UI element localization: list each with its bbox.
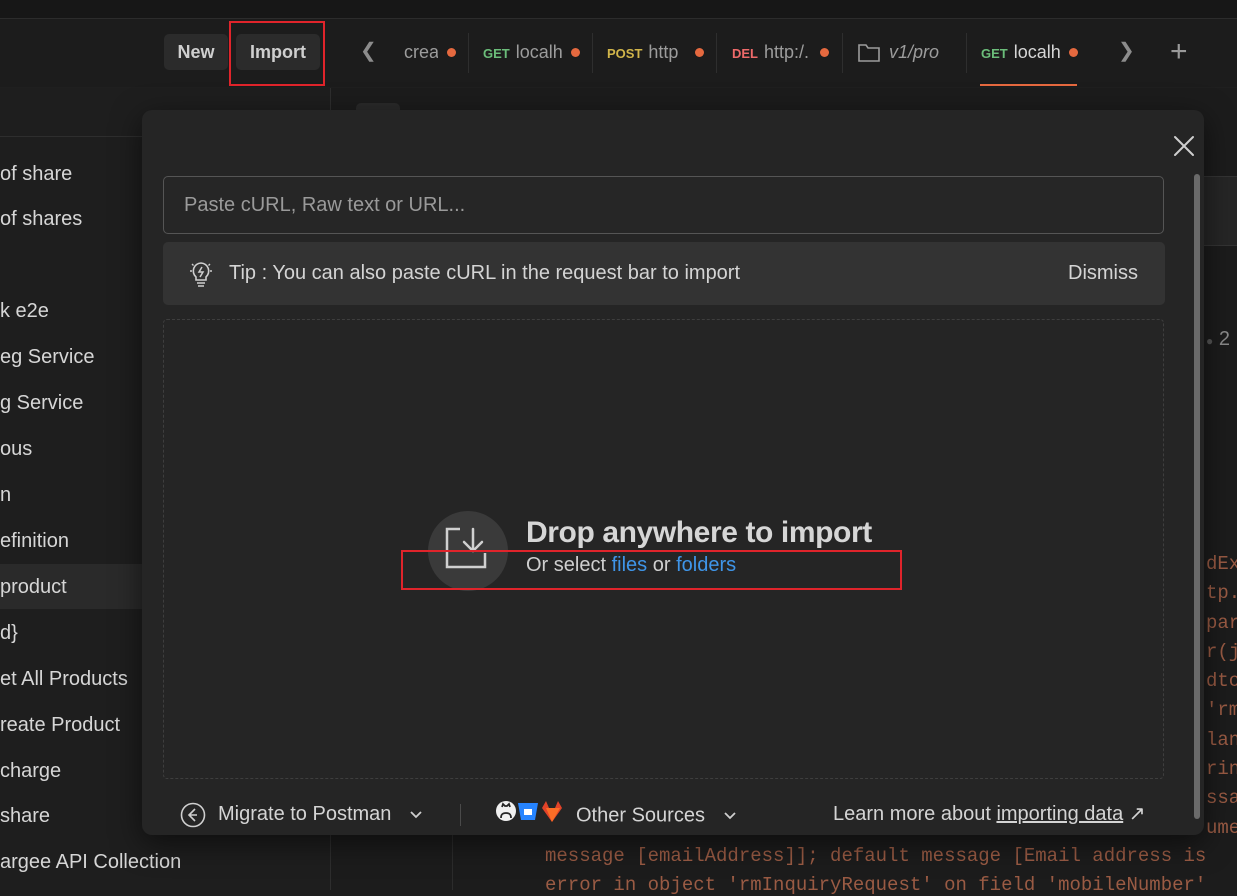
code-line: message [emailAddress]]; default message… bbox=[545, 845, 1207, 867]
tab-divider bbox=[966, 33, 967, 73]
unsaved-dot-icon bbox=[820, 48, 829, 57]
sidebar-item[interactable]: of share bbox=[0, 159, 72, 189]
folder-tab[interactable]: v1/pro bbox=[889, 34, 949, 70]
migrate-icon bbox=[180, 802, 206, 828]
tab-title: v1/pro bbox=[889, 42, 940, 62]
footer-divider bbox=[460, 804, 461, 826]
source-logos-icon bbox=[494, 798, 564, 834]
tab-method: POST bbox=[607, 46, 643, 61]
sidebar-item[interactable]: ous bbox=[0, 434, 32, 464]
external-link-icon: ↗ bbox=[1128, 803, 1146, 825]
new-button[interactable]: New bbox=[164, 34, 228, 70]
code-fragment-column: dEx tp. par r(j dto 'rm lan rin ssa umen bbox=[1206, 550, 1237, 843]
sidebar-item[interactable]: argee API Collection bbox=[0, 847, 181, 877]
tab-title: localh bbox=[1013, 42, 1061, 62]
code-fragment: rin bbox=[1206, 758, 1237, 781]
learn-more: Learn more about importing data ↗ bbox=[833, 798, 1146, 830]
new-tab-plus-icon[interactable]: + bbox=[1170, 32, 1188, 72]
request-tab[interactable]: crea bbox=[404, 34, 438, 70]
tip-text: Tip : You can also paste cURL in the req… bbox=[229, 262, 741, 284]
tabs-scroll-left-icon[interactable]: ❮ bbox=[360, 38, 377, 64]
code-line: error in object 'rmInquiryRequest' on fi… bbox=[545, 874, 1207, 896]
folder-icon bbox=[857, 41, 881, 68]
tab-divider bbox=[592, 33, 593, 73]
other-sources-dropdown[interactable]: Other Sources bbox=[494, 798, 737, 830]
drop-title: Drop anywhere to import bbox=[526, 516, 872, 549]
unsaved-dot-icon bbox=[571, 48, 580, 57]
sidebar-item[interactable]: charge bbox=[0, 756, 61, 786]
request-tab[interactable]: DEL http:/. bbox=[732, 34, 814, 70]
active-tab-indicator bbox=[980, 84, 1077, 86]
code-fragment: ssa bbox=[1206, 787, 1237, 810]
unsaved-dot-icon bbox=[695, 48, 704, 57]
editor-panel-edge bbox=[1203, 176, 1237, 246]
tab-method: GET bbox=[483, 46, 510, 61]
sidebar-item[interactable]: et All Products bbox=[0, 664, 128, 694]
import-modal: Paste cURL, Raw text or URL... Tip : You… bbox=[142, 110, 1204, 835]
migrate-dropdown[interactable]: Migrate to Postman bbox=[180, 798, 423, 830]
sidebar-item[interactable]: g Service bbox=[0, 388, 83, 418]
request-tab[interactable]: POST http bbox=[607, 34, 689, 70]
tab-divider bbox=[716, 33, 717, 73]
tab-method: DEL bbox=[732, 46, 758, 61]
sidebar-item-selected[interactable]: product bbox=[0, 572, 67, 602]
other-sources-label: Other Sources bbox=[576, 804, 705, 827]
sidebar-item[interactable]: d} bbox=[0, 618, 18, 648]
request-tab[interactable]: GET localh bbox=[483, 34, 563, 70]
import-highlight-box bbox=[229, 21, 325, 86]
lightbulb-icon bbox=[187, 260, 215, 293]
code-fragment: r(j bbox=[1206, 640, 1237, 663]
import-search-input[interactable]: Paste cURL, Raw text or URL... bbox=[163, 176, 1164, 234]
sidebar-item[interactable]: k e2e bbox=[0, 296, 49, 326]
code-fragment: 'rm bbox=[1206, 699, 1237, 722]
code-fragment: tp. bbox=[1206, 582, 1237, 605]
sidebar-item[interactable]: n bbox=[0, 480, 11, 510]
line-number: ● 2 bbox=[1206, 328, 1230, 350]
drop-zone[interactable]: Drop anywhere to import Or select files … bbox=[163, 319, 1164, 779]
unsaved-dot-icon bbox=[1069, 48, 1078, 57]
chevron-down-icon bbox=[723, 799, 737, 831]
tab-divider bbox=[842, 33, 843, 73]
tip-banner: Tip : You can also paste cURL in the req… bbox=[163, 242, 1165, 305]
close-icon[interactable] bbox=[1170, 132, 1198, 160]
code-fragment: umen bbox=[1206, 816, 1237, 839]
tab-title: localh bbox=[515, 42, 563, 62]
tabs-scroll-right-icon[interactable]: ❯ bbox=[1118, 38, 1135, 64]
tab-divider bbox=[468, 33, 469, 73]
chevron-down-icon bbox=[409, 798, 423, 830]
sidebar-item[interactable]: efinition bbox=[0, 526, 69, 556]
modal-scrollbar[interactable] bbox=[1194, 174, 1200, 819]
dismiss-button[interactable]: Dismiss bbox=[1068, 242, 1138, 305]
sidebar-item[interactable]: share bbox=[0, 801, 50, 831]
title-strip bbox=[0, 0, 1237, 19]
code-fragment: dto bbox=[1206, 670, 1237, 693]
request-tab-active[interactable]: GET localh bbox=[981, 34, 1061, 70]
sidebar-item[interactable]: eg Service bbox=[0, 342, 95, 372]
code-fragment: par bbox=[1206, 611, 1237, 634]
unsaved-dot-icon bbox=[447, 48, 456, 57]
tab-title: crea bbox=[404, 42, 438, 62]
select-files-highlight-box bbox=[401, 550, 902, 590]
sidebar-item[interactable]: of shares bbox=[0, 204, 82, 234]
importing-data-link[interactable]: importing data bbox=[996, 803, 1123, 825]
tab-method: GET bbox=[981, 46, 1008, 61]
sidebar-item[interactable]: reate Product bbox=[0, 710, 120, 740]
code-fragment: dEx bbox=[1206, 553, 1237, 575]
code-fragment: lan bbox=[1206, 728, 1237, 751]
tab-title: http bbox=[648, 42, 679, 62]
migrate-label: Migrate to Postman bbox=[218, 803, 392, 825]
tab-title: http:/. bbox=[764, 42, 810, 62]
learn-more-prefix: Learn more about bbox=[833, 803, 991, 825]
